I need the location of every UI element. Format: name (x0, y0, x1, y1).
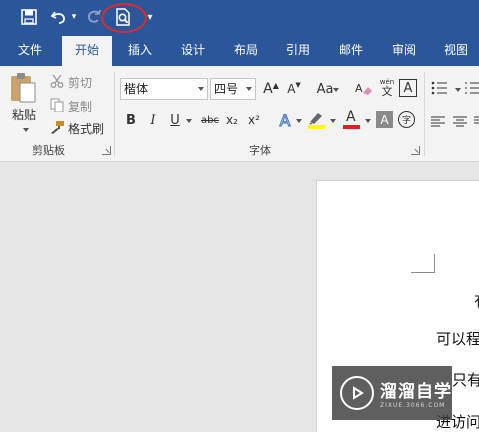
strikethrough-button[interactable]: abc (198, 110, 222, 130)
align-center-button[interactable] (453, 113, 469, 129)
font-launcher-icon[interactable] (411, 146, 420, 155)
document-line: 可以程 (436, 330, 479, 348)
phonetic-guide-char: 文 (381, 85, 393, 98)
font-name-value: 楷体 (124, 82, 149, 96)
save-icon[interactable] (18, 6, 40, 28)
tab-insert[interactable]: 插入 (118, 36, 162, 66)
shrink-font-button[interactable]: A ▼ (284, 79, 304, 99)
copy-button: 复制 (50, 96, 98, 114)
watermark: 溜溜自学 ZIXUE.3066.COM (332, 366, 452, 420)
font-color-button[interactable]: A (342, 109, 362, 132)
font-color-swatch (343, 125, 360, 129)
group-divider (424, 72, 425, 156)
numbering-button[interactable] (465, 80, 479, 98)
align-center-icon (453, 116, 467, 127)
scissors-icon (50, 74, 64, 88)
highlighter-icon (309, 113, 322, 125)
character-shading-icon: A (380, 112, 389, 127)
bullets-button[interactable] (431, 80, 453, 98)
change-case-dropdown-icon[interactable] (333, 88, 339, 92)
clear-formatting-button[interactable]: A (354, 79, 374, 99)
cut-button: 剪切 (50, 72, 98, 90)
text-effects-icon: A (279, 110, 291, 130)
group-divider (114, 72, 115, 156)
font-color-dropdown-icon[interactable] (365, 119, 371, 123)
shrink-font-icon: A (287, 82, 296, 96)
bullet-list-icon (431, 81, 447, 95)
cut-label: 剪切 (68, 76, 93, 90)
chevron-down-icon (246, 87, 252, 91)
highlight-button[interactable] (307, 110, 327, 132)
format-painter-icon (51, 121, 64, 134)
tab-home[interactable]: 开始 (62, 36, 112, 66)
tab-mailings[interactable]: 邮件 (328, 36, 374, 66)
align-left-button[interactable] (431, 113, 447, 129)
change-case-icon: Aa (316, 81, 334, 97)
highlight-color-swatch (308, 125, 325, 129)
page-corner-mark (411, 254, 435, 273)
svg-text:A: A (355, 82, 363, 95)
watermark-title: 溜溜自学 (380, 382, 452, 402)
align-right-icon (474, 116, 479, 124)
tab-review[interactable]: 审阅 (382, 36, 426, 66)
tab-view[interactable]: 视图 (434, 36, 478, 66)
undo-dropdown-icon[interactable]: ▾ (69, 6, 79, 28)
font-color-icon: A (346, 109, 356, 125)
enclose-characters-button[interactable]: 字 (398, 111, 415, 128)
character-border-icon: A (403, 80, 413, 96)
clipboard-launcher-icon[interactable] (102, 146, 111, 155)
watermark-subtitle: ZIXUE.3066.COM (380, 402, 446, 409)
superscript-button[interactable]: x² (244, 110, 264, 130)
chevron-down-icon (198, 87, 204, 91)
font-group-label: 字体 (249, 144, 271, 157)
ribbon-home: 粘贴 剪切 复制 格式刷 剪贴板 楷体 四号 A ▲ A ▼ Aa A wén … (0, 66, 479, 162)
italic-button[interactable]: I (143, 110, 163, 130)
tab-layout[interactable]: 布局 (224, 36, 268, 66)
character-shading-button[interactable]: A (376, 111, 393, 128)
font-size-value: 四号 (214, 82, 239, 96)
paste-label: 粘贴 (12, 108, 37, 122)
tab-design[interactable]: 设计 (170, 36, 216, 66)
eraser-icon: A (355, 82, 372, 95)
format-painter-button[interactable]: 格式刷 (50, 119, 108, 137)
text-effects-button[interactable]: A (275, 110, 295, 130)
tab-file[interactable]: 文件 (6, 36, 54, 66)
copy-icon (50, 98, 64, 112)
clipboard-group-label: 剪贴板 (32, 144, 65, 157)
bold-button[interactable]: B (121, 110, 141, 130)
tab-references[interactable]: 引用 (276, 36, 320, 66)
align-right-button[interactable] (474, 113, 479, 129)
font-size-combo[interactable]: 四号 (210, 78, 256, 100)
play-logo-icon (340, 376, 374, 410)
annotation-circle (101, 3, 147, 33)
grow-font-icon: A (263, 81, 273, 97)
document-line: 只有 (452, 371, 479, 389)
quick-access-toolbar: ▾ ▾ (0, 0, 479, 36)
format-painter-label: 格式刷 (68, 122, 105, 136)
subscript-button[interactable]: x₂ (222, 110, 242, 130)
paste-dropdown-icon[interactable] (23, 128, 29, 132)
bullets-dropdown-icon[interactable] (455, 88, 461, 92)
font-name-combo[interactable]: 楷体 (120, 78, 208, 100)
numbered-list-icon (465, 82, 479, 94)
copy-label: 复制 (68, 100, 93, 114)
ribbon-tabs: 文件 开始 插入 设计 布局 引用 邮件 审阅 视图 (0, 36, 479, 66)
enclose-characters-icon: 字 (401, 116, 411, 126)
undo-icon[interactable] (49, 6, 69, 28)
align-left-icon (431, 116, 445, 127)
underline-button[interactable]: U (165, 110, 185, 130)
underline-dropdown-icon[interactable] (186, 119, 192, 123)
text-effects-dropdown-icon[interactable] (296, 119, 302, 123)
paste-button[interactable]: 粘贴 (8, 72, 40, 136)
character-border-button[interactable]: A (399, 79, 417, 97)
grow-font-button[interactable]: A ▲ (261, 79, 281, 99)
paste-icon (11, 73, 36, 103)
highlight-dropdown-icon[interactable] (330, 119, 336, 123)
phonetic-guide-button[interactable]: wén 文 (377, 78, 397, 100)
document-line: 有 (474, 290, 479, 311)
